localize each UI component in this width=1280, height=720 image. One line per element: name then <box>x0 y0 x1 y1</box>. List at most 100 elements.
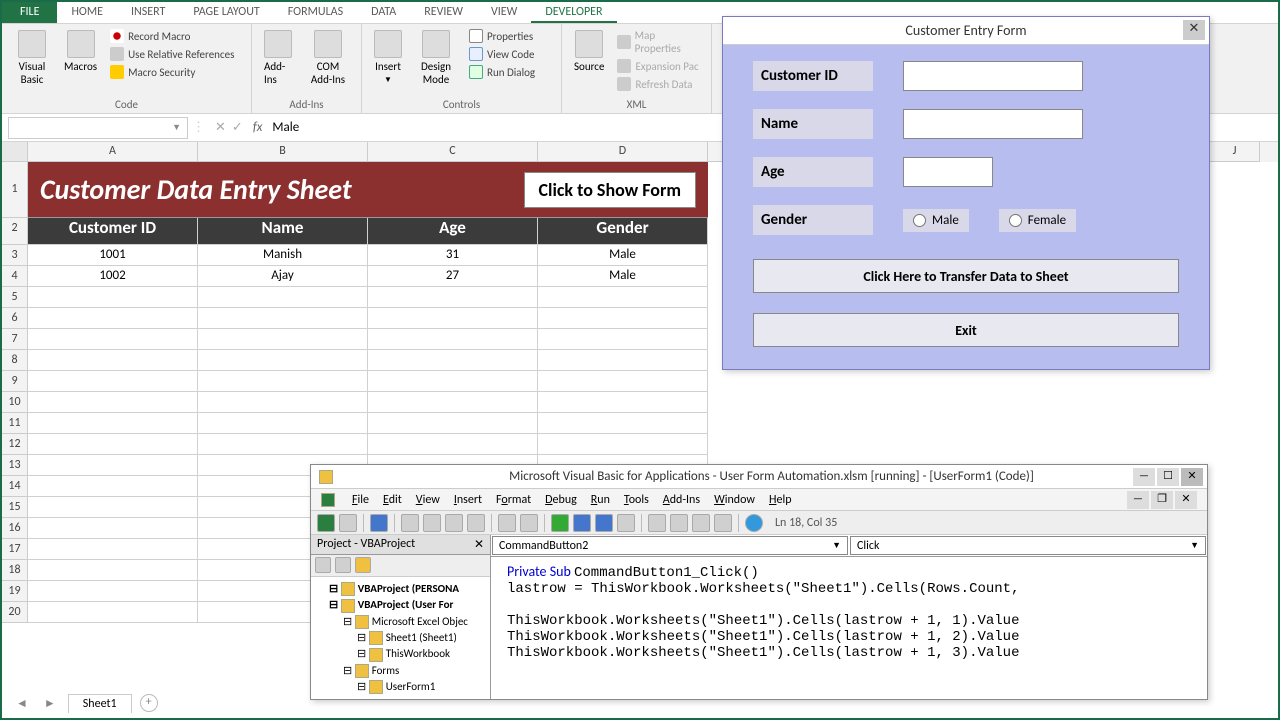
row-header[interactable]: 3 <box>2 245 28 266</box>
design-mode-button[interactable]: Design Mode <box>412 28 460 88</box>
menu-file[interactable]: File <box>352 493 369 507</box>
menu-window[interactable]: Window <box>714 493 755 507</box>
age-input[interactable] <box>903 157 993 187</box>
cell[interactable] <box>28 434 198 455</box>
cell[interactable] <box>538 287 708 308</box>
cell[interactable] <box>28 413 198 434</box>
customer-id-input[interactable] <box>903 61 1083 91</box>
cell[interactable]: 1002 <box>28 266 198 287</box>
cell[interactable] <box>538 371 708 392</box>
sheet-tab[interactable]: Sheet1 <box>68 694 132 713</box>
record-macro-button[interactable]: Record Macro <box>107 28 237 44</box>
procedure-select[interactable]: Click▼ <box>850 536 1206 555</box>
find-icon[interactable] <box>467 514 485 532</box>
run-dialog-button[interactable]: Run Dialog <box>466 64 538 80</box>
cell[interactable] <box>538 434 708 455</box>
tree-item[interactable]: ⊟ VBAProject (PERSONA <box>315 581 486 597</box>
excel-icon[interactable] <box>317 514 335 532</box>
exit-button[interactable]: Exit <box>753 313 1179 347</box>
tab-insert[interactable]: INSERT <box>117 2 179 23</box>
tab-formulas[interactable]: FORMULAS <box>274 2 357 23</box>
com-addins-button[interactable]: COM Add-Ins <box>302 28 354 88</box>
row-header[interactable]: 6 <box>2 308 28 329</box>
cell[interactable] <box>538 413 708 434</box>
radio-male[interactable]: Male <box>903 209 969 232</box>
menu-edit[interactable]: Edit <box>383 493 402 507</box>
menu-view[interactable]: View <box>416 493 440 507</box>
close-icon[interactable]: ✕ <box>1183 20 1205 40</box>
cell[interactable] <box>368 287 538 308</box>
cell[interactable] <box>28 560 198 581</box>
view-code-button[interactable]: View Code <box>466 46 538 62</box>
tree-item[interactable]: ⊟ Sheet1 (Sheet1) <box>315 630 486 646</box>
name-box[interactable]: ▼ <box>8 117 188 139</box>
select-all-corner[interactable] <box>2 142 28 162</box>
properties-window-icon[interactable] <box>670 514 688 532</box>
macro-security-button[interactable]: Macro Security <box>107 64 237 80</box>
row-header[interactable]: 2 <box>2 218 28 245</box>
fx-icon[interactable]: fx <box>253 120 263 135</box>
row-header[interactable]: 16 <box>2 518 28 539</box>
add-sheet-button[interactable]: + <box>140 694 158 712</box>
object-browser-icon[interactable] <box>692 514 710 532</box>
row-header[interactable]: 4 <box>2 266 28 287</box>
row-header[interactable]: 10 <box>2 392 28 413</box>
cell[interactable]: Male <box>538 266 708 287</box>
tab-home[interactable]: HOME <box>57 2 117 23</box>
close-icon[interactable]: ✕ <box>1181 468 1203 486</box>
cell[interactable] <box>28 539 198 560</box>
cell[interactable] <box>368 413 538 434</box>
object-select[interactable]: CommandButton2▼ <box>492 536 848 555</box>
insert-form-icon[interactable] <box>339 514 357 532</box>
row-header[interactable]: 5 <box>2 287 28 308</box>
cell[interactable] <box>538 350 708 371</box>
cell[interactable] <box>368 392 538 413</box>
folder-icon[interactable] <box>355 557 371 573</box>
child-close-icon[interactable]: ✕ <box>1175 491 1197 509</box>
row-header[interactable]: 9 <box>2 371 28 392</box>
child-restore-icon[interactable]: ❐ <box>1151 491 1173 509</box>
cell[interactable] <box>28 602 198 623</box>
project-explorer-icon[interactable] <box>648 514 666 532</box>
cell[interactable] <box>198 434 368 455</box>
save-icon[interactable] <box>370 514 388 532</box>
insert-control-button[interactable]: Insert▼ <box>370 28 406 87</box>
cell[interactable] <box>198 392 368 413</box>
row-header[interactable]: 19 <box>2 581 28 602</box>
view-code-icon[interactable] <box>315 557 331 573</box>
cell[interactable] <box>198 329 368 350</box>
relative-refs-button[interactable]: Use Relative References <box>107 46 237 62</box>
radio-female[interactable]: Female <box>999 209 1076 232</box>
cell[interactable] <box>28 308 198 329</box>
row-header[interactable]: 17 <box>2 539 28 560</box>
cell[interactable] <box>198 413 368 434</box>
help-icon[interactable] <box>745 514 763 532</box>
break-icon[interactable] <box>573 514 591 532</box>
cell[interactable] <box>28 497 198 518</box>
row-header[interactable]: 18 <box>2 560 28 581</box>
tab-developer[interactable]: DEVELOPER <box>531 2 616 23</box>
row-header[interactable]: 20 <box>2 602 28 623</box>
minimize-icon[interactable]: — <box>1133 468 1155 486</box>
enter-icon[interactable]: ✓ <box>232 120 243 135</box>
cell[interactable] <box>28 581 198 602</box>
cell[interactable] <box>538 329 708 350</box>
redo-icon[interactable] <box>520 514 538 532</box>
cell[interactable] <box>368 350 538 371</box>
design-icon[interactable] <box>617 514 635 532</box>
source-button[interactable]: Source <box>570 28 608 75</box>
cancel-icon[interactable]: ✕ <box>215 120 226 135</box>
code-editor[interactable]: Private Sub CommandButton1_Click() lastr… <box>491 557 1207 699</box>
tab-data[interactable]: DATA <box>357 2 410 23</box>
row-header[interactable]: 14 <box>2 476 28 497</box>
cell[interactable]: Ajay <box>198 266 368 287</box>
cell[interactable] <box>538 308 708 329</box>
maximize-icon[interactable]: ☐ <box>1157 468 1179 486</box>
cell[interactable] <box>28 371 198 392</box>
transfer-button[interactable]: Click Here to Transfer Data to Sheet <box>753 259 1179 293</box>
addins-button[interactable]: Add-Ins <box>260 28 296 88</box>
menu-run[interactable]: Run <box>591 493 610 507</box>
row-header[interactable]: 7 <box>2 329 28 350</box>
undo-icon[interactable] <box>498 514 516 532</box>
menu-tools[interactable]: Tools <box>624 493 649 507</box>
